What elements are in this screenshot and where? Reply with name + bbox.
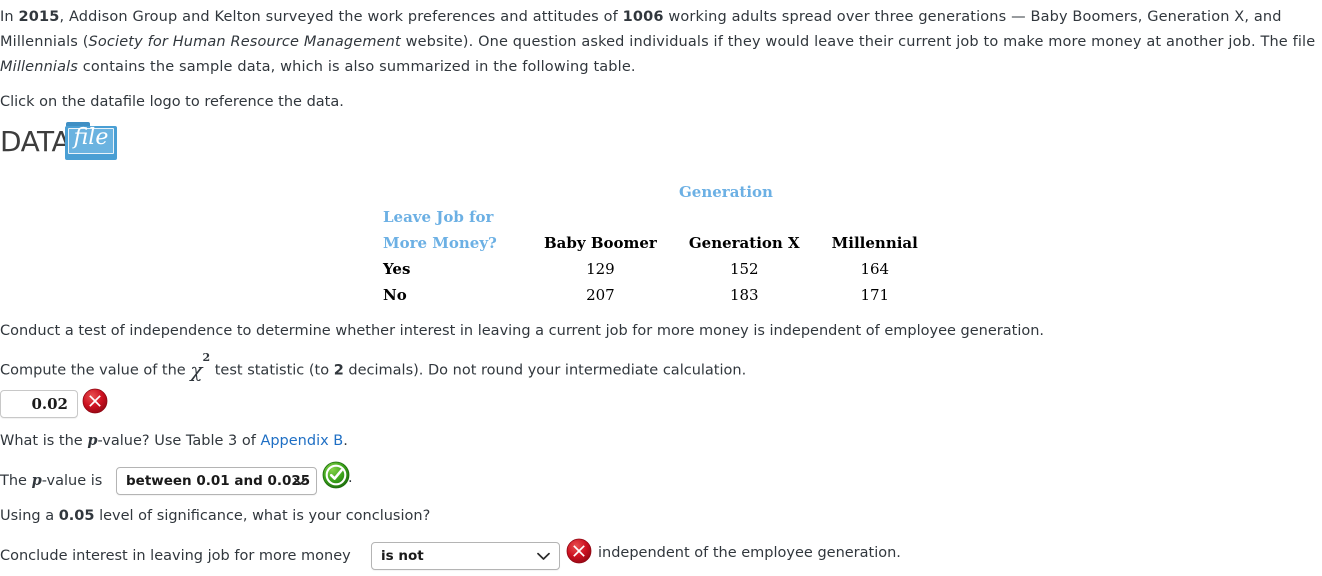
conclusion-select[interactable]: is not <box>371 542 560 570</box>
pvalue-question-prefix: What is the <box>0 433 88 449</box>
exercise-page: In 2015, Addison Group and Kelton survey… <box>0 0 1322 576</box>
significance-suffix: level of significance, what is your conc… <box>94 508 431 524</box>
column-header-baby-boomer: Baby Boomer <box>544 234 657 252</box>
intro-paragraph: In 2015, Addison Group and Kelton survey… <box>0 5 1322 80</box>
question-significance: Using a 0.05 level of significance, what… <box>0 505 430 527</box>
p-symbol: p <box>87 432 98 449</box>
contingency-table: Leave Job for More Money? Baby Boomer Ge… <box>383 208 934 312</box>
datafile-logo-text: DATA <box>0 125 71 158</box>
significance-prefix: Using a <box>0 508 59 524</box>
table-group-header: Generation <box>679 183 773 201</box>
incorrect-icon <box>82 388 108 414</box>
chi-exponent: 2 <box>202 350 211 364</box>
compute-text-mid: test statistic (to <box>210 362 334 379</box>
folder-icon: file <box>65 122 117 160</box>
incorrect-icon <box>566 538 592 564</box>
table-column-headers: More Money? Baby Boomer Generation X Mil… <box>383 234 934 260</box>
table-row: No 207 183 171 <box>383 286 934 312</box>
question-conduct-test: Conduct a test of independence to determ… <box>0 323 1045 339</box>
pvalue-question-period: . <box>343 433 348 449</box>
intro-year: 2015 <box>18 9 60 25</box>
datafile-logo[interactable]: DATA file <box>0 120 122 164</box>
chi-square-symbol: χ2 <box>190 351 210 382</box>
pvalue-answer-suffix: -value is <box>41 473 103 489</box>
pvalue-select-value: between 0.01 and 0.025 <box>126 473 311 489</box>
row-header-line2: More Money? <box>383 234 497 252</box>
column-header-generation-x: Generation X <box>688 234 800 252</box>
table-row: Yes 129 152 164 <box>383 260 934 286</box>
cell-yes-generation-x: 152 <box>729 260 759 278</box>
p-symbol: p <box>31 472 42 489</box>
row-label-yes: Yes <box>383 260 411 278</box>
pvalue-trailing-period: . <box>348 470 353 486</box>
table-row-header-line1: Leave Job for <box>383 208 934 234</box>
chevron-down-icon <box>537 543 550 561</box>
datafile-file-text: file <box>73 125 109 150</box>
conclusion-trailing-text: independent of the employee generation. <box>598 545 901 561</box>
conclusion-label: Conclude interest in leaving job for mor… <box>0 548 351 564</box>
pvalue-select[interactable]: between 0.01 and 0.025 <box>116 467 317 495</box>
correct-icon <box>322 461 350 489</box>
chevron-down-icon <box>294 468 307 486</box>
row-header-line1: Leave Job for <box>383 208 494 226</box>
pvalue-question-suffix: -value? Use Table 3 of <box>97 433 261 449</box>
cell-yes-baby-boomer: 129 <box>586 260 615 278</box>
datafile-instruction: Click on the datafile logo to reference … <box>0 94 344 110</box>
row-label-no: No <box>383 286 407 304</box>
appendix-b-link[interactable]: Appendix B <box>260 433 343 449</box>
column-header-millennial: Millennial <box>831 234 918 252</box>
intro-text-5: contains the sample data, which is also … <box>78 59 636 75</box>
cell-no-millennial: 171 <box>860 286 890 304</box>
chi-square-answer-input[interactable]: 0.02 <box>0 390 78 418</box>
question-pvalue: What is the p-value? Use Table 3 of Appe… <box>0 430 348 452</box>
chi-glyph: χ <box>190 357 203 382</box>
compute-text-suffix: decimals). Do not round your intermediat… <box>343 362 747 379</box>
decimals-count: 2 <box>333 362 344 379</box>
question-compute-chi-square: Compute the value of the χ2 test statist… <box>0 351 747 382</box>
intro-text-1: In <box>0 9 19 25</box>
intro-text-2: , Addison Group and Kelton surveyed the … <box>59 9 623 25</box>
cell-no-baby-boomer: 207 <box>586 286 615 304</box>
conclusion-select-value: is not <box>381 548 424 564</box>
intro-text-4: website). One question asked individuals… <box>400 34 1316 50</box>
pvalue-answer-label: The p-value is <box>0 470 102 492</box>
compute-text-prefix: Compute the value of the <box>0 362 191 379</box>
intro-source-citation: Society for Human Resource Management <box>88 34 401 50</box>
cell-no-generation-x: 183 <box>729 286 759 304</box>
intro-file-name: Millennials <box>0 59 78 75</box>
significance-level: 0.05 <box>58 508 95 524</box>
pvalue-answer-prefix: The <box>0 473 32 489</box>
cell-yes-millennial: 164 <box>860 260 890 278</box>
intro-sample-size: 1006 <box>622 9 664 25</box>
